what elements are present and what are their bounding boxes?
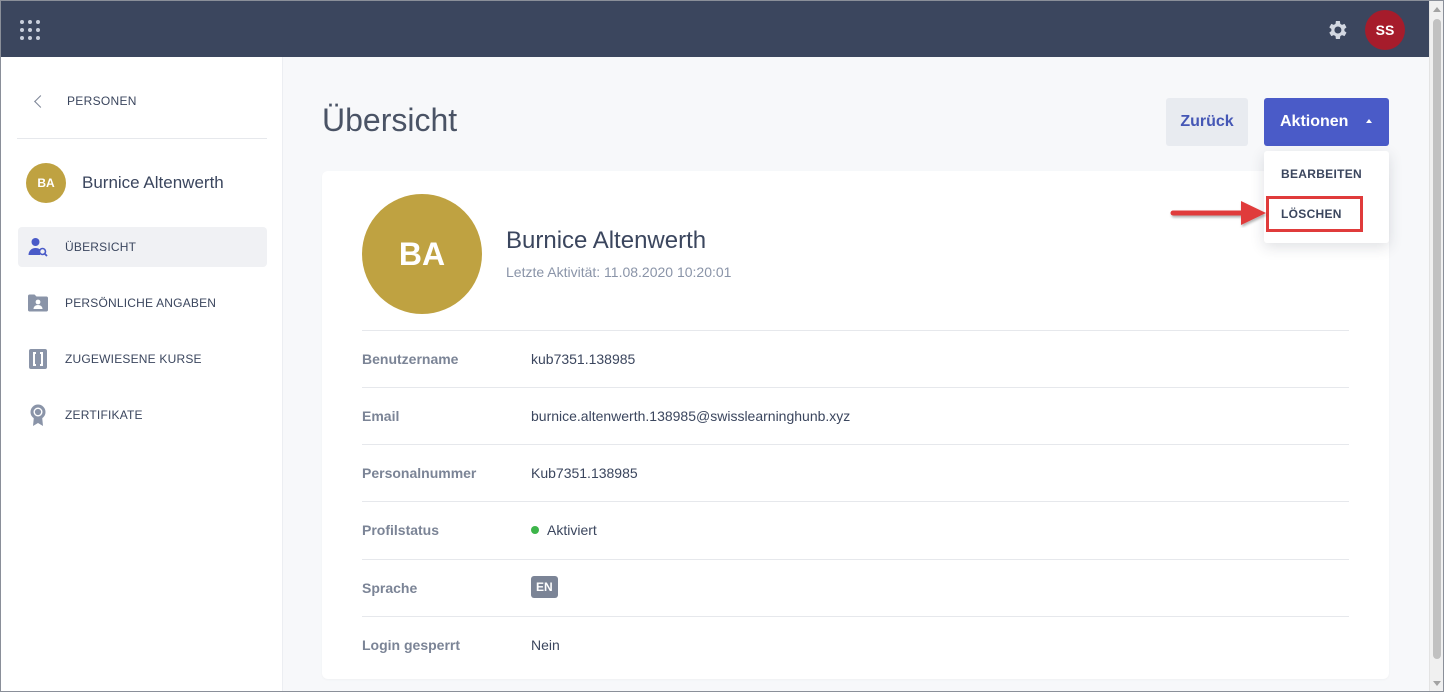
status-dot — [531, 526, 539, 534]
actions-button-label: Aktionen — [1280, 113, 1349, 130]
ribbon-badge-icon — [27, 404, 49, 426]
sidebar: PERSONEN BA Burnice Altenwerth ÜBERSICHT — [1, 57, 283, 691]
avatar: BA — [26, 163, 66, 203]
field-value: burnice.altenwerth.138985@swisslearningh… — [531, 408, 851, 424]
caret-up-icon — [1366, 119, 1372, 123]
actions-button[interactable]: Aktionen — [1264, 98, 1389, 146]
divider — [362, 559, 1349, 560]
language-value: EN — [531, 576, 558, 598]
person-name: Burnice Altenwerth — [82, 173, 224, 192]
sidebar-item-label: ÜBERSICHT — [65, 240, 137, 254]
course-bracket-icon — [27, 348, 49, 370]
vertical-scrollbar[interactable] — [1429, 1, 1443, 691]
field-label: Email — [362, 408, 400, 424]
back-button[interactable]: Zurück — [1166, 98, 1248, 146]
field-label: Profilstatus — [362, 522, 440, 538]
divider — [362, 330, 1349, 331]
field-label: Benutzername — [362, 351, 459, 367]
language-badge: EN — [531, 576, 558, 598]
sidebar-item-uebersicht[interactable]: ÜBERSICHT — [18, 227, 267, 267]
field-value: Nein — [531, 637, 560, 653]
divider — [362, 444, 1349, 445]
user-avatar[interactable]: SS — [1365, 10, 1405, 50]
field-value: Kub7351.138985 — [531, 465, 638, 481]
page-title: Übersicht — [322, 102, 458, 138]
avatar: BA — [362, 194, 482, 314]
sidebar-item-persoenliche-angaben[interactable]: PERSÖNLICHE ANGABEN — [18, 283, 267, 323]
sidebar-item-zugewiesene-kurse[interactable]: ZUGEWIESENE KURSE — [18, 339, 267, 379]
last-activity: Letzte Aktivität: 11.08.2020 10:20:01 — [506, 264, 732, 280]
highlight-box — [1266, 196, 1363, 232]
divider — [362, 616, 1349, 617]
back-link-label: PERSONEN — [67, 94, 137, 108]
back-to-persons-link[interactable]: PERSONEN — [17, 85, 267, 117]
profile-name: Burnice Altenwerth — [506, 227, 707, 254]
scroll-down-arrow-icon[interactable] — [1433, 681, 1441, 686]
sidebar-item-label: PERSÖNLICHE ANGABEN — [65, 296, 217, 310]
red-arrow-annotation — [1170, 201, 1266, 225]
status-value: Aktiviert — [531, 522, 597, 538]
divider — [17, 138, 267, 139]
app-grid-icon[interactable] — [20, 20, 40, 40]
scroll-up-arrow-icon[interactable] — [1433, 7, 1441, 12]
field-label: Login gesperrt — [362, 637, 461, 653]
profile-card: BA Burnice Altenwerth Letzte Aktivität: … — [322, 171, 1389, 679]
status-text: Aktiviert — [547, 522, 597, 538]
divider — [362, 501, 1349, 502]
field-value: kub7351.138985 — [531, 351, 636, 367]
menu-item-bearbeiten[interactable]: BEARBEITEN — [1281, 167, 1362, 181]
gear-icon[interactable] — [1325, 18, 1349, 42]
sidebar-item-label: ZUGEWIESENE KURSE — [65, 352, 202, 366]
folder-user-icon — [27, 292, 49, 314]
top-bar: SS — [1, 1, 1429, 57]
sidebar-item-label: ZERTIFIKATE — [65, 408, 143, 422]
sidebar-item-zertifikate[interactable]: ZERTIFIKATE — [18, 395, 267, 435]
field-label: Sprache — [362, 580, 418, 596]
person-search-icon — [27, 236, 49, 258]
field-label: Personalnummer — [362, 465, 477, 481]
app-window: SS PERSONEN BA Burnice Altenwerth ÜBERSI… — [0, 0, 1444, 692]
scroll-thumb[interactable] — [1433, 19, 1441, 659]
chevron-left-icon — [34, 94, 47, 108]
sidebar-person: BA Burnice Altenwerth — [26, 163, 224, 203]
divider — [362, 387, 1349, 388]
